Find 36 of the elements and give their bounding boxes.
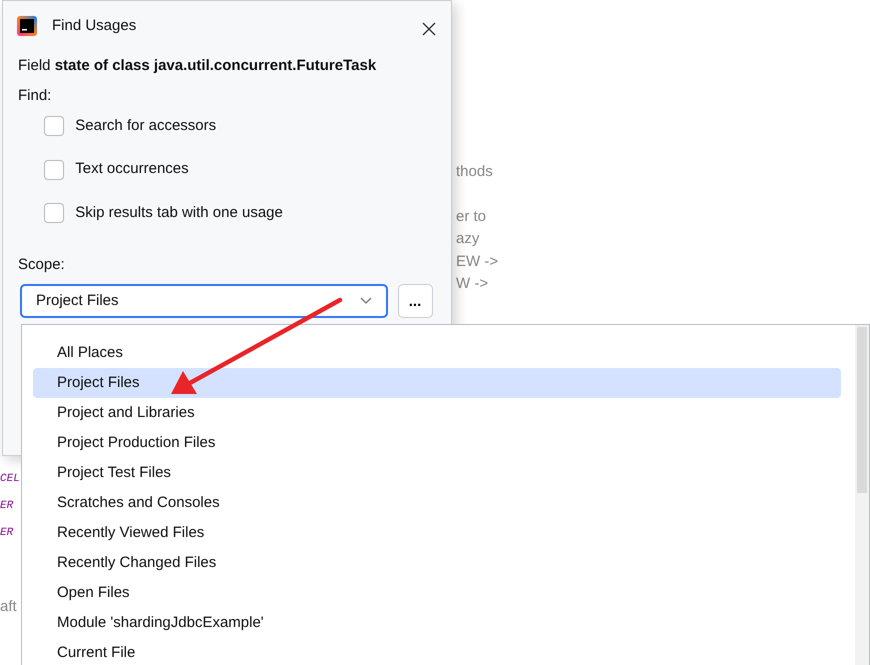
list-item[interactable]: Recently Viewed Files	[33, 518, 841, 548]
code-text: ER	[0, 499, 14, 514]
list-item[interactable]: Module 'shardingJdbcExample'	[33, 608, 841, 638]
scrollbar-thumb[interactable]	[857, 327, 867, 493]
scrollbar[interactable]	[855, 325, 869, 665]
checkbox-label[interactable]: Text occurrences	[75, 158, 189, 181]
list-item[interactable]: Current File	[33, 638, 841, 665]
list-item[interactable]: Project Test Files	[33, 458, 841, 488]
list-item[interactable]: All Places	[33, 338, 841, 368]
chevron-down-icon	[360, 297, 372, 306]
code-text: ER	[0, 526, 14, 541]
list-item[interactable]: Project and Libraries	[33, 398, 841, 428]
list-item[interactable]: Project Production Files	[33, 428, 841, 458]
checkbox[interactable]	[44, 203, 64, 223]
code-text: W ->	[456, 274, 488, 294]
code-text: aft	[0, 597, 17, 617]
code-text: CEL	[0, 472, 20, 487]
code-text: azy	[456, 229, 480, 249]
checkbox[interactable]	[44, 116, 64, 136]
checkbox[interactable]	[44, 160, 64, 180]
description-text: Field state of class java.util.concurrent.FutureTask	[18, 56, 378, 76]
code-text: EW ->	[456, 252, 498, 272]
scope-label: Scope:	[18, 255, 66, 276]
list-item[interactable]: Project Files	[33, 368, 841, 398]
code-text: er to	[456, 207, 486, 227]
list-item[interactable]: Recently Changed Files	[33, 548, 841, 578]
code-text: thods	[456, 162, 493, 182]
window-title: Find Usages	[52, 16, 136, 36]
list-item[interactable]: Scratches and Consoles	[33, 488, 841, 518]
checkbox-label[interactable]: Skip results tab with one usage	[75, 202, 283, 224]
find-label: Find:	[18, 86, 52, 106]
app-logo-icon	[17, 16, 37, 36]
browse-button[interactable]: ...	[398, 284, 432, 318]
list-item[interactable]: Open Files	[33, 578, 841, 608]
checkbox-label[interactable]: Search for accessors	[75, 114, 216, 138]
scope-dropdown[interactable]: Project Files	[20, 284, 388, 318]
